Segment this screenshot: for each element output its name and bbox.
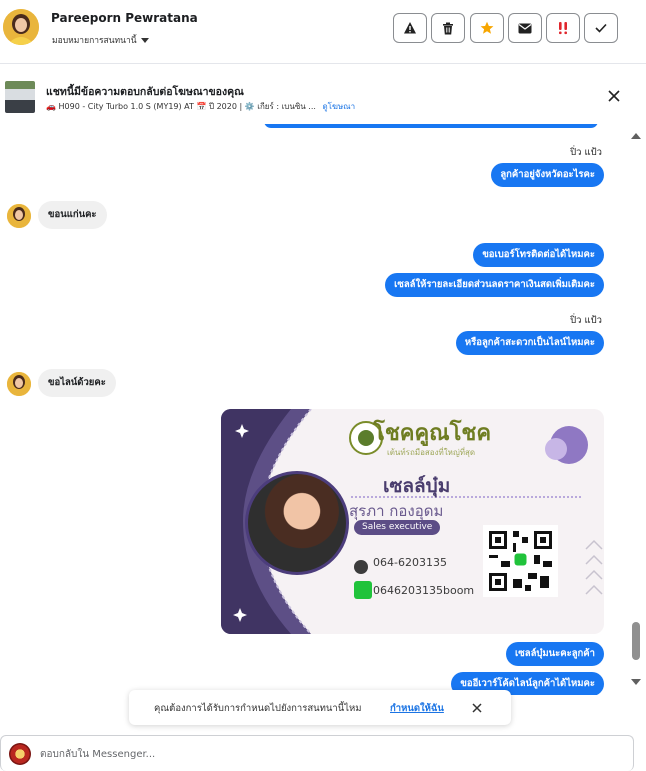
view-ad-link[interactable]: ดูโฆษณา xyxy=(322,102,355,111)
mark-done-button[interactable] xyxy=(584,13,618,43)
mark-unread-button[interactable] xyxy=(508,13,542,43)
card-profile-photo xyxy=(245,471,349,575)
card-nickname: เซลล์บุ๋ม xyxy=(383,475,451,497)
close-icon[interactable] xyxy=(470,701,484,715)
message-bubble-outgoing[interactable]: เซลล์ให้รายละเอียดส่วนลดราคาเงินสดเพิ่มเ… xyxy=(385,273,604,297)
sender-name: ปิ่ว แป้ว xyxy=(570,315,602,326)
card-role-badge: Sales executive xyxy=(354,520,441,535)
card-phone-number: 064-6203135 xyxy=(373,556,447,569)
spam-warning-button[interactable] xyxy=(393,13,427,43)
scrollbar-thumb[interactable] xyxy=(632,622,640,660)
assign-prompt-text: คุณต้องการได้รับการกำหนดไปยังการสนทนานี้… xyxy=(154,703,362,714)
message-bubble-partial xyxy=(264,124,598,128)
sender-name: ปิ่ว แป้ว xyxy=(570,147,602,158)
assign-label: มอบหมายการสนทนานี้ xyxy=(52,36,137,46)
ad-reply-banner: แชทนี้มีข้อความตอบกลับต่อโฆษณาของคุณ 🚗 H… xyxy=(0,74,646,122)
checkmark-icon xyxy=(595,23,607,33)
business-card-image[interactable]: โชคคูณโชค เต้นท์รถมือสองที่ใหญ่ที่สุด เซ… xyxy=(221,409,604,634)
ad-banner-subtitle: 🚗 H090 - City Turbo 1.0 S (MY19) AT 📅 ปี… xyxy=(46,100,355,113)
warning-triangle-icon xyxy=(404,22,416,34)
assign-prompt-toast: คุณต้องการได้รับการกำหนดไปยังการสนทนานี้… xyxy=(129,690,511,725)
star-icon xyxy=(480,21,494,34)
ad-description: 🚗 H090 - City Turbo 1.0 S (MY19) AT 📅 ปี… xyxy=(46,102,316,111)
card-line-id: 0646203135boom xyxy=(373,584,475,597)
chevron-down-icon xyxy=(140,37,149,43)
message-bubble-incoming[interactable]: ขอไลน์ด้วยคะ xyxy=(38,369,116,397)
message-bubble-outgoing[interactable]: ลูกค้าอยู่จังหวัดอะไรคะ xyxy=(491,163,604,187)
ad-banner-title: แชทนี้มีข้อความตอบกลับต่อโฆษณาของคุณ xyxy=(46,86,244,98)
message-bubble-outgoing[interactable]: ขอเบอร์โทรติดต่อได้ไหมคะ xyxy=(473,243,604,267)
assign-dropdown[interactable]: มอบหมายการสนทนานี้ xyxy=(52,33,149,47)
card-tagline: เต้นท์รถมือสองที่ใหญ่ที่สุด xyxy=(387,448,476,457)
contact-avatar[interactable] xyxy=(3,9,39,45)
scroll-up-arrow-icon[interactable] xyxy=(631,133,641,139)
double-exclamation-icon xyxy=(559,22,567,35)
follow-up-button[interactable] xyxy=(546,13,580,43)
qr-code-icon xyxy=(483,525,558,597)
page-avatar xyxy=(9,743,31,765)
ad-thumbnail[interactable] xyxy=(5,81,35,113)
scroll-down-arrow-icon[interactable] xyxy=(631,679,641,685)
envelope-icon xyxy=(518,23,532,33)
contact-name[interactable]: Pareeporn Pewratana xyxy=(51,11,198,25)
reply-input[interactable] xyxy=(40,745,600,763)
message-bubble-incoming[interactable]: ขอนแก่นคะ xyxy=(38,201,107,229)
scrollbar[interactable] xyxy=(628,124,646,695)
assign-to-me-link[interactable]: กำหนดให้ฉัน xyxy=(390,701,444,716)
message-bubble-outgoing[interactable]: หรือลูกค้าสะดวกเป็นไลน์ไหมคะ xyxy=(455,331,604,355)
star-button[interactable] xyxy=(470,13,504,43)
message-bubble-outgoing[interactable]: เซลล์บุ๋มนะคะลูกค้า xyxy=(506,642,604,666)
delete-button[interactable] xyxy=(431,13,465,43)
contact-avatar-small xyxy=(7,204,31,228)
reply-composer xyxy=(0,735,634,771)
contact-avatar-small xyxy=(7,372,31,396)
card-brand-name: โชคคูณโชค xyxy=(373,421,492,446)
conversation-header: Pareeporn Pewratana มอบหมายการสนทนานี้ xyxy=(0,0,646,64)
trash-icon xyxy=(443,22,453,34)
close-icon[interactable] xyxy=(606,88,622,104)
